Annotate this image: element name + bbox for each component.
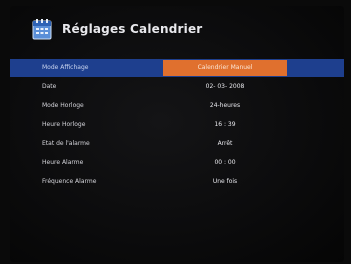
setting-value[interactable]: Calendrier Manuel xyxy=(163,60,287,76)
header: Réglages Calendrier xyxy=(32,16,202,42)
setting-label: Mode Horloge xyxy=(42,102,84,110)
setting-value[interactable]: Arrêt xyxy=(163,140,287,147)
setting-label: Mode Affichage xyxy=(42,64,89,72)
setting-value[interactable]: 24-heures xyxy=(163,102,287,109)
setting-row-mode-horloge[interactable]: Mode Horloge 24-heures xyxy=(10,97,344,115)
setting-row-heure-horloge[interactable]: Heure Horloge 16 : 39 xyxy=(10,116,344,134)
setting-value[interactable]: Une fois xyxy=(163,178,287,185)
setting-value[interactable]: 02- 03- 2008 xyxy=(163,83,287,90)
setting-value[interactable]: 16 : 39 xyxy=(163,121,287,128)
setting-row-frequence-alarme[interactable]: Fréquence Alarme Une fois xyxy=(10,173,344,191)
setting-label: Heure Horloge xyxy=(42,121,86,129)
settings-screen: Réglages Calendrier Mode Affichage Calen… xyxy=(10,6,344,262)
setting-value[interactable]: 00 : 00 xyxy=(163,159,287,166)
setting-row-etat-alarme[interactable]: Etat de l'alarme Arrêt xyxy=(10,135,344,153)
settings-list: Mode Affichage Calendrier Manuel Date 02… xyxy=(10,59,344,192)
setting-label: Fréquence Alarme xyxy=(42,178,97,186)
setting-row-mode-affichage[interactable]: Mode Affichage Calendrier Manuel xyxy=(10,59,344,77)
setting-row-heure-alarme[interactable]: Heure Alarme 00 : 00 xyxy=(10,154,344,172)
setting-label: Date xyxy=(42,83,57,91)
setting-label: Etat de l'alarme xyxy=(42,140,90,148)
setting-row-date[interactable]: Date 02- 03- 2008 xyxy=(10,78,344,96)
page-title: Réglages Calendrier xyxy=(62,22,203,36)
calendar-icon xyxy=(32,18,52,40)
setting-label: Heure Alarme xyxy=(42,159,84,167)
